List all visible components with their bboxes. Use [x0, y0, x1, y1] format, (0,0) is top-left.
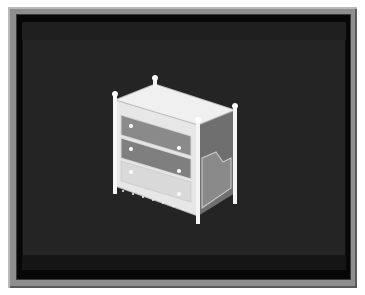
drawer-knob — [177, 146, 181, 150]
finial-back — [152, 75, 158, 81]
dresser-icon[interactable] — [103, 70, 248, 230]
post-right — [233, 106, 237, 204]
panel-top-band — [22, 22, 346, 40]
drawer-knob — [177, 169, 181, 173]
drawer-knob — [129, 170, 133, 174]
drawer-knob — [129, 147, 133, 151]
panel-bottom-band — [22, 255, 346, 270]
post-front — [196, 120, 200, 224]
dresser-svg — [112, 75, 238, 224]
finial-left — [112, 91, 118, 97]
drawer-knob — [129, 124, 133, 128]
post-left — [113, 94, 117, 194]
finial-front — [195, 117, 201, 123]
finial-right — [232, 103, 238, 109]
drawer-knob — [177, 192, 181, 196]
